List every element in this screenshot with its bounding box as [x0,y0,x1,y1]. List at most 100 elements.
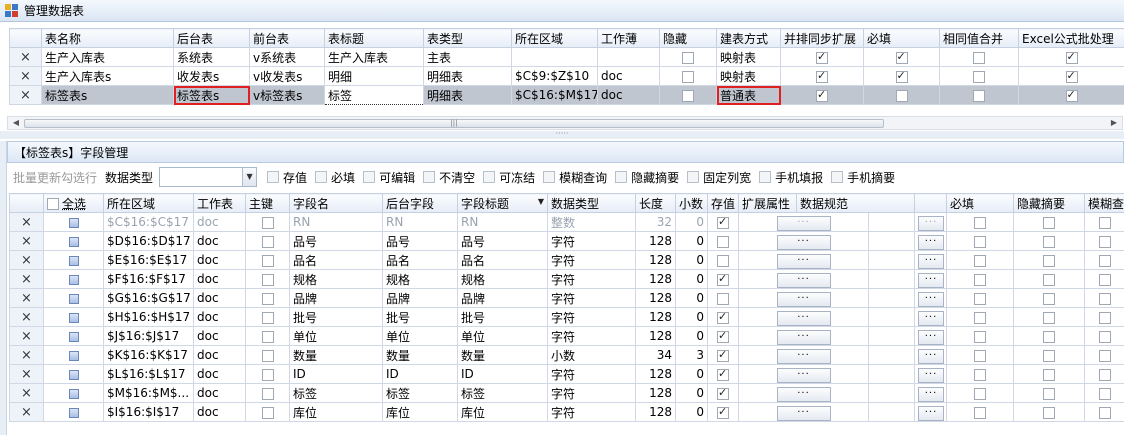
column-header[interactable]: 字段标题 ▼ [457,193,548,213]
table-row[interactable]: ×$C$16:$C$17docRNRNRN整数320······ [9,212,1124,232]
length-cell[interactable]: 128 [635,231,676,251]
area-cell[interactable]: $M$16:$M$... [103,383,194,403]
column-header[interactable]: 并排同步扩展 [780,28,864,48]
row-select-checkbox[interactable] [68,331,79,342]
hidden-checkbox[interactable] [682,70,694,83]
delete-row-icon[interactable]: × [9,288,44,308]
store-value-checkbox[interactable] [717,254,729,267]
data-spec-cell[interactable] [867,383,916,403]
checkbox-box[interactable] [831,171,844,183]
column-header[interactable]: 表名称 [41,28,174,48]
length-cell[interactable]: 32 [635,212,676,232]
data-type-cell[interactable]: 整数 [547,212,636,232]
field-caption-cell[interactable]: 品牌 [457,288,548,308]
length-cell[interactable]: 128 [635,326,676,346]
backend-field-cell[interactable]: 数量 [382,345,458,365]
extended-attr-cell[interactable]: ··· [738,402,869,422]
required-checkbox[interactable] [974,387,987,400]
field-name-cell[interactable]: 单位 [289,326,383,346]
extended-attr-button[interactable]: ··· [776,310,831,326]
table-row[interactable]: ×$M$16:$M$...doc标签标签标签字符1280······ [9,383,1124,403]
extended-attr-button[interactable]: ··· [776,253,831,269]
delete-row-icon[interactable]: × [9,212,44,232]
hidden-checkbox[interactable] [682,89,694,102]
primary-key-checkbox[interactable] [261,216,274,229]
field-name-cell[interactable]: 批号 [289,307,383,327]
area-cell[interactable]: $L$16:$L$17 [103,364,194,384]
data-spec-button-cell[interactable]: ··· [914,269,948,289]
row-select-checkbox[interactable] [68,255,79,266]
column-header[interactable]: 小数 [675,193,708,213]
field-name-cell[interactable]: 数量 [289,345,383,365]
area-cell[interactable] [511,47,598,67]
sync-extend-checkbox[interactable] [816,69,828,83]
data-type-cell[interactable]: 字符 [547,307,636,327]
primary-key-checkbox[interactable] [261,292,274,305]
data-type-cell[interactable]: 字符 [547,231,636,251]
row-select-cell[interactable] [43,383,104,403]
delete-row-icon[interactable]: × [9,47,42,67]
excel-formula-checkbox[interactable] [1065,50,1078,64]
fuzzy-query-checkbox[interactable] [1099,216,1112,229]
extended-attr-button[interactable]: ··· [776,215,831,231]
field-caption-cell[interactable]: 品名 [457,250,548,270]
backend-field-cell[interactable]: 批号 [382,307,458,327]
column-header[interactable]: 所在区域 [511,28,598,48]
sheet-cell[interactable]: doc [193,326,246,346]
row-select-cell[interactable] [43,288,104,308]
area-cell[interactable]: $H$16:$H$17 [103,307,194,327]
table-name-cell[interactable]: 生产入库表s [41,66,174,86]
extended-attr-cell[interactable]: ··· [738,364,869,384]
data-spec-button-cell[interactable]: ··· [914,383,948,403]
required-checkbox[interactable] [974,406,987,419]
data-spec-cell[interactable] [867,250,916,270]
data-type-cell[interactable]: 小数 [547,345,636,365]
length-cell[interactable]: 128 [635,402,676,422]
table-row[interactable]: × 标签表s 标签表s v标签表s 标签 明细表 $C$16:$M$17 doc 普通表 [9,85,1124,105]
row-select-cell[interactable] [43,307,104,327]
area-cell[interactable]: $D$16:$D$17 [103,231,194,251]
sheet-cell[interactable]: doc [193,402,246,422]
row-select-checkbox[interactable] [68,312,79,323]
field-caption-cell[interactable]: 数量 [457,345,548,365]
data-spec-cell[interactable] [867,288,916,308]
backend-field-cell[interactable]: RN [382,212,458,232]
fuzzy-query-checkbox[interactable] [1099,387,1112,400]
required-checkbox[interactable] [974,349,987,362]
decimal-cell[interactable]: 0 [675,307,708,327]
data-spec-button[interactable]: ··· [918,291,945,307]
delete-row-icon[interactable]: × [9,326,44,346]
fuzzy-query-checkbox[interactable] [1099,330,1112,343]
data-spec-button[interactable]: ··· [918,215,945,231]
column-header[interactable]: 必填 [863,28,940,48]
hide-summary-checkbox[interactable] [1043,387,1056,400]
hide-summary-checkbox[interactable] [1043,216,1056,229]
column-header[interactable]: 隐藏摘要 [1013,193,1086,213]
store-value-checkbox[interactable] [717,272,729,286]
scrollbar-thumb[interactable]: ||| [24,119,884,128]
decimal-cell[interactable]: 0 [675,383,708,403]
build-method-cell[interactable]: 普通表 [716,85,781,105]
data-spec-button[interactable]: ··· [918,234,945,250]
delete-row-icon[interactable]: × [9,364,44,384]
primary-key-checkbox[interactable] [261,311,274,324]
data-spec-button[interactable]: ··· [918,253,945,269]
extended-attr-cell[interactable]: ··· [738,345,869,365]
extended-attr-button[interactable]: ··· [776,234,831,250]
checkbox-box[interactable] [363,171,376,183]
fuzzy-query-checkbox[interactable] [1099,349,1112,362]
workbook-cell[interactable] [597,47,660,67]
data-type-cell[interactable]: 字符 [547,326,636,346]
length-cell[interactable]: 128 [635,269,676,289]
fuzzy-query-checkbox[interactable] [1099,406,1112,419]
fuzzy-query-checkbox[interactable] [1099,292,1112,305]
backend-table-cell[interactable]: 收发表s [173,66,250,86]
required-checkbox[interactable] [974,216,987,229]
fuzzy-query-checkbox[interactable] [1099,235,1112,248]
table-type-cell[interactable]: 明细表 [423,85,512,105]
checkbox-box[interactable] [423,171,436,183]
delete-row-icon[interactable]: × [9,383,44,403]
column-header[interactable]: 长度 [635,193,676,213]
required-checkbox[interactable] [895,89,908,102]
area-cell[interactable]: $G$16:$G$17 [103,288,194,308]
